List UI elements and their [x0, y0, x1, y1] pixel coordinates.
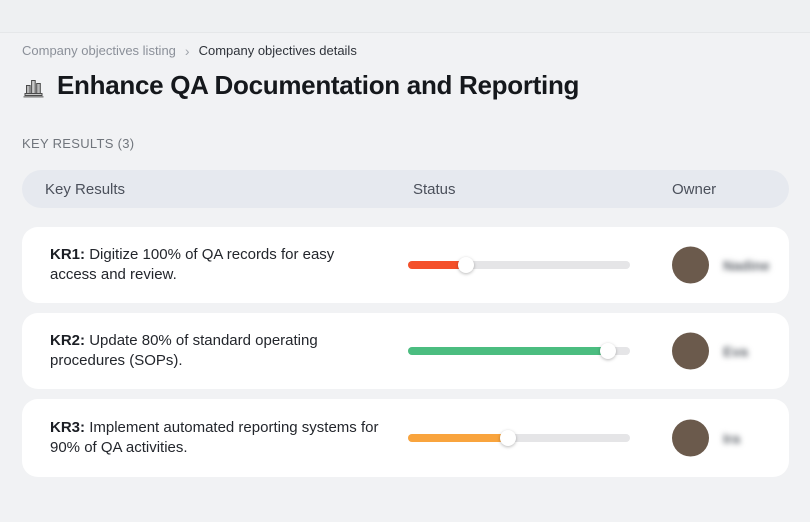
chevron-right-icon: ›	[184, 43, 190, 59]
column-header-status: Status	[413, 180, 456, 198]
kr2-progress-handle[interactable]	[599, 343, 616, 359]
avatar	[672, 419, 709, 457]
kr2-progress-slider[interactable]	[408, 343, 630, 359]
table-header: Key Results Status Owner	[22, 170, 789, 208]
column-header-owner: Owner	[672, 180, 717, 198]
page-title-row: Enhance QA Documentation and Reporting	[22, 70, 579, 101]
kr2-owner-name: Eva	[723, 343, 748, 359]
avatar	[672, 246, 709, 284]
breadcrumb-item-listing[interactable]: Company objectives listing	[22, 43, 176, 58]
table-row-kr1[interactable]: KR1: Digitize 100% of QA records for eas…	[22, 227, 789, 303]
kr2-label: KR2:	[50, 332, 86, 349]
kr1-text: Digitize 100% of QA records for easy acc…	[50, 246, 335, 283]
kr2-progress-fill	[408, 347, 608, 355]
kr3-progress-slider[interactable]	[408, 430, 630, 446]
kr3-owner: Ira	[672, 419, 741, 457]
table-row-kr3[interactable]: KR3: Implement automated reporting syste…	[22, 399, 789, 477]
kr1-progress-slider[interactable]	[408, 257, 630, 273]
kr3-label: KR3:	[50, 419, 86, 436]
kr1-label: KR1:	[50, 246, 86, 263]
kr1-owner-name: Nadine	[723, 257, 770, 273]
kr1-description: KR1: Digitize 100% of QA records for eas…	[50, 245, 380, 285]
kr1-owner: Nadine	[672, 246, 770, 284]
kr3-description: KR3: Implement automated reporting syste…	[50, 418, 380, 458]
kr3-progress-handle[interactable]	[499, 430, 516, 446]
column-header-key-results: Key Results	[45, 180, 126, 198]
table-row-kr2[interactable]: KR2: Update 80% of standard operating pr…	[22, 313, 789, 389]
kr1-progress-handle[interactable]	[457, 257, 474, 273]
breadcrumb-item-details: Company objectives details	[198, 43, 357, 58]
key-results-list: KR1: Digitize 100% of QA records for eas…	[22, 227, 789, 477]
avatar	[672, 332, 709, 370]
kr3-text: Implement automated reporting systems fo…	[50, 419, 379, 456]
kr2-description: KR2: Update 80% of standard operating pr…	[50, 331, 380, 371]
kr3-progress-fill	[408, 434, 508, 442]
kr3-owner-name: Ira	[723, 430, 741, 446]
bar-chart-icon	[22, 75, 46, 99]
breadcrumb: Company objectives listing › Company obj…	[22, 43, 357, 58]
page-title: Enhance QA Documentation and Reporting	[57, 70, 580, 100]
kr2-owner: Eva	[672, 332, 748, 370]
kr2-text: Update 80% of standard operating procedu…	[50, 332, 318, 369]
key-results-count-label: KEY RESULTS (3)	[22, 136, 135, 151]
top-strip	[0, 0, 810, 33]
